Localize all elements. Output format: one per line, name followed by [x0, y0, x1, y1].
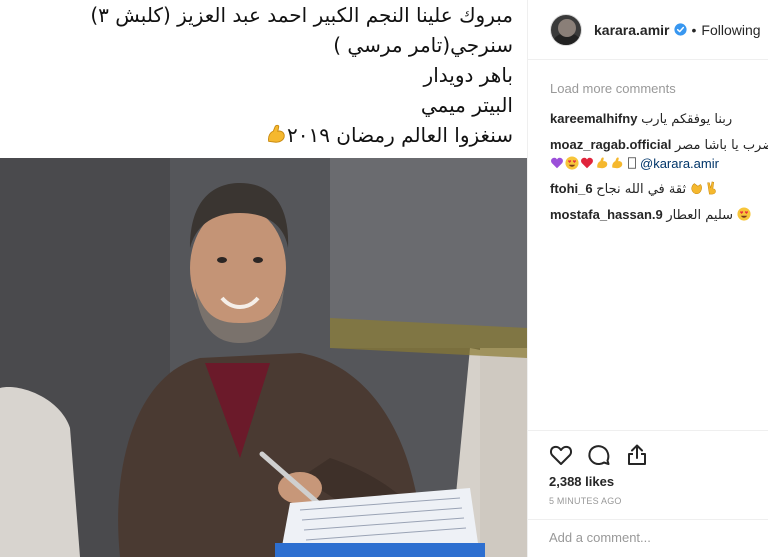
purple-heart-icon	[551, 157, 563, 169]
post-media[interactable]: مبروك علينا النجم الكبير احمد عبد العزيز…	[0, 0, 527, 557]
red-heart-icon	[581, 157, 593, 169]
comment-text: ربنا يوفقكم يارب	[641, 112, 733, 127]
action-icons	[549, 437, 768, 473]
comment-username[interactable]: mostafa_hassan.9	[550, 207, 663, 222]
flexed-biceps-icon	[612, 157, 623, 169]
man-signing-contract-illustration	[0, 158, 527, 557]
add-comment-input[interactable]: Add a comment...	[527, 519, 768, 557]
following-button[interactable]: Following	[701, 22, 760, 38]
username-link[interactable]: karara.amir	[594, 22, 670, 38]
heart-icon[interactable]	[549, 443, 573, 467]
comment-item: mostafa_hassan.9 سليم العطار	[550, 206, 768, 225]
caption-line-2: سنرجي(تامر مرسي )	[333, 33, 513, 57]
comment-text: ثقة في الله نجاح	[596, 182, 687, 197]
comment-username[interactable]: moaz_ragab.official	[550, 137, 671, 152]
caption-line-1: مبروك علينا النجم الكبير احمد عبد العزيز…	[90, 3, 513, 27]
comment-username[interactable]: ftohi_6	[550, 181, 593, 196]
post-actions: 2,388 likes 5 MINUTES AGO	[527, 430, 768, 506]
comment-text: اضرب يا باشا مصر	[675, 138, 768, 153]
post-timestamp[interactable]: 5 MINUTES AGO	[549, 496, 768, 506]
comment-username[interactable]: kareemalhifny	[550, 111, 637, 126]
comment-item: kareemalhifny ربنا يوفقكم يارب	[550, 110, 768, 129]
heart-eyes-icon	[737, 207, 751, 221]
mention-link[interactable]: @karara.amir	[640, 156, 719, 171]
heart-eyes-icon	[565, 156, 579, 170]
caption-line-5: سنغزوا العالم رمضان ٢٠١٩	[0, 120, 513, 150]
caption-line-5-text: سنغزوا العالم رمضان ٢٠١٩	[286, 123, 513, 147]
caption-line-3: باهر دويدار	[423, 63, 513, 87]
victory-hand-icon	[707, 181, 716, 195]
comment-text: سليم العطار	[666, 208, 734, 223]
caption-line-4: البيتر ميمي	[420, 93, 513, 117]
post-photo	[0, 158, 527, 557]
load-more-comments-button[interactable]: Load more comments	[550, 81, 768, 96]
avatar[interactable]	[550, 13, 582, 46]
image-caption-text: مبروك علينا النجم الكبير احمد عبد العزيز…	[0, 0, 527, 158]
separator-dot: •	[691, 21, 697, 38]
comment-item: moaz_ragab.official اضرب يا باشا مصر @ka…	[550, 136, 768, 173]
clapping-hands-icon	[691, 183, 702, 195]
share-icon[interactable]	[625, 443, 649, 467]
comments-list: Load more comments kareemalhifny ربنا يو…	[528, 60, 768, 430]
likes-count[interactable]: 2,388 likes	[549, 474, 768, 489]
flexed-biceps-icon	[267, 124, 285, 143]
verified-badge-icon	[673, 23, 687, 36]
missing-glyph-box-icon	[628, 157, 636, 169]
post-header: karara.amir • Following	[528, 0, 768, 60]
comment-icon[interactable]	[587, 443, 611, 467]
comment-item: ftohi_6 ثقة في الله نجاح	[550, 180, 768, 199]
flexed-biceps-icon	[597, 157, 608, 169]
